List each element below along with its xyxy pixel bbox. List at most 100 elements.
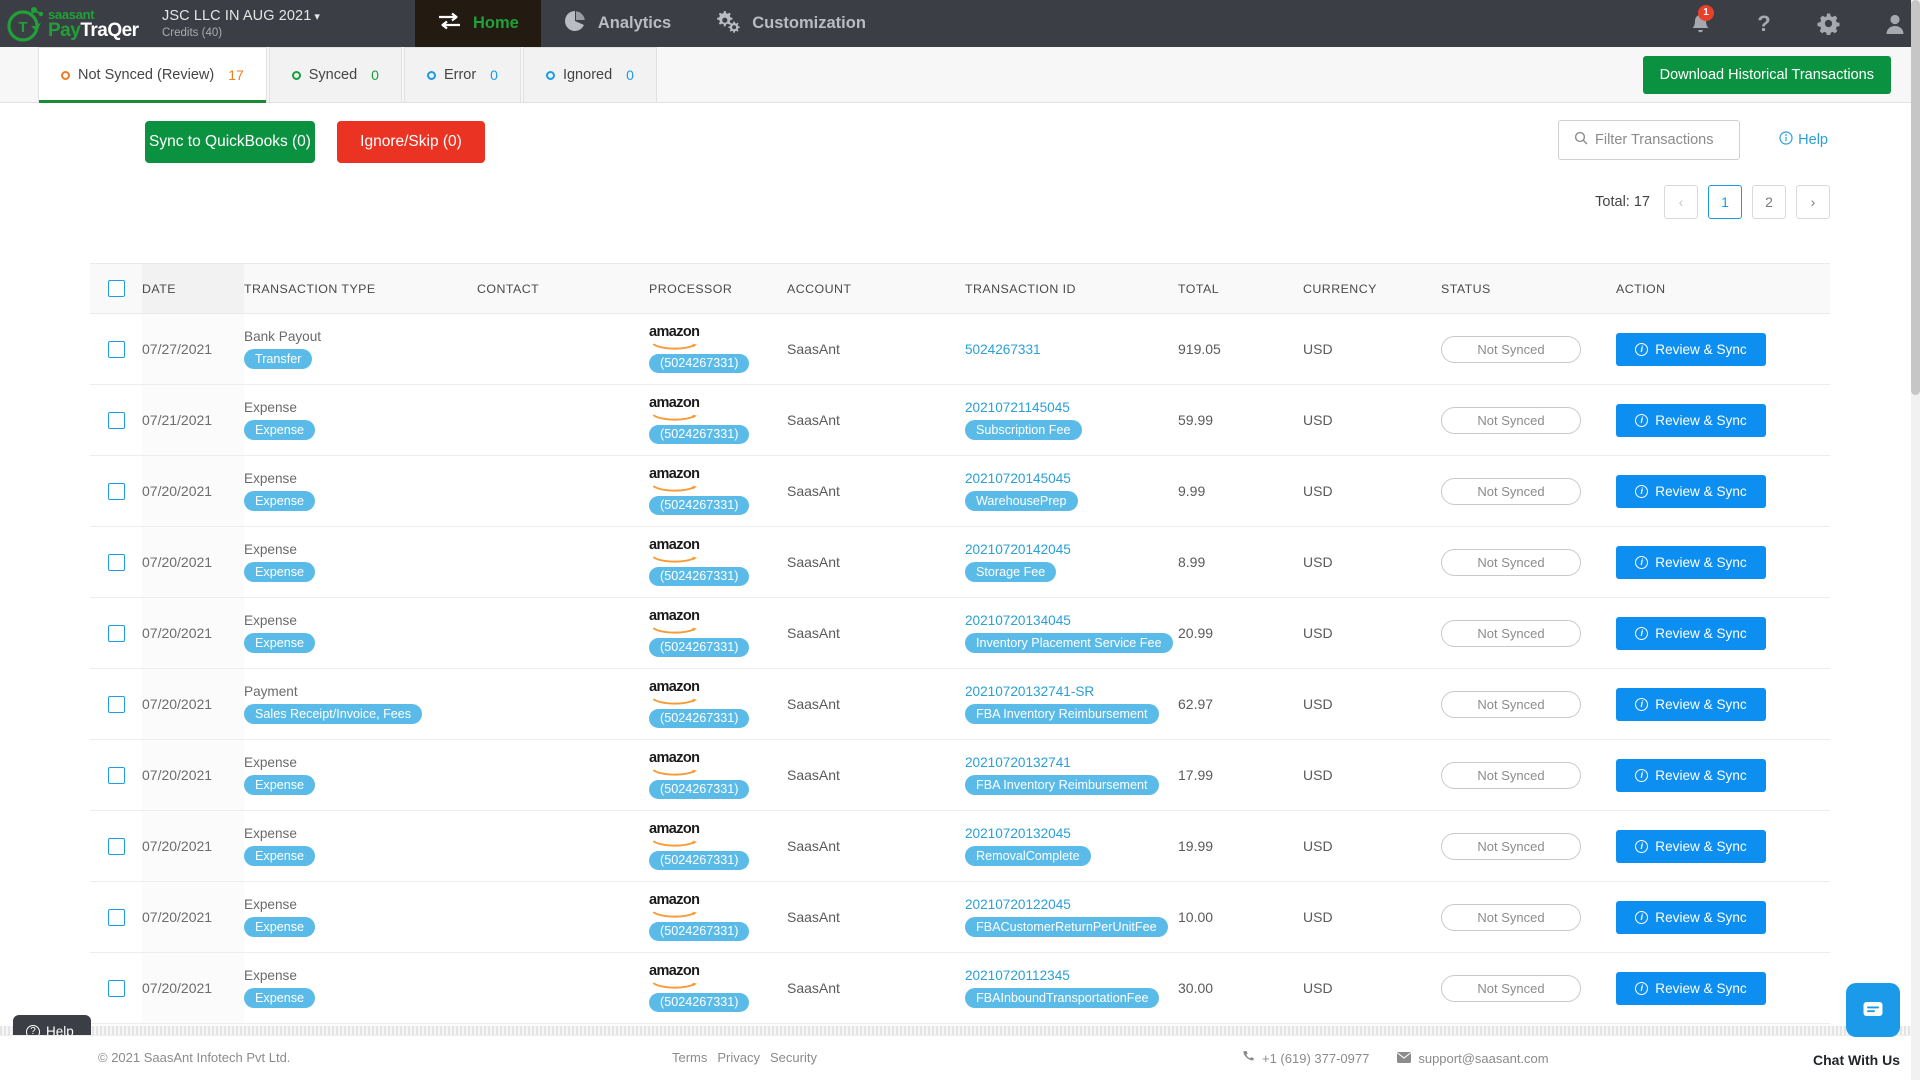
transaction-type-tag: Expense (244, 562, 316, 582)
total-count-label: Total: 17 (1595, 194, 1650, 210)
bell-icon[interactable]: 1 (1690, 4, 1714, 35)
nav-item-customization[interactable]: Customization (693, 0, 888, 47)
tab-not-synced-count: 17 (228, 67, 244, 83)
review-and-sync-button[interactable]: i Review & Sync (1616, 545, 1766, 579)
cell-processor: amazon (5024267331) (649, 739, 787, 811)
pagination-page-2[interactable]: 2 (1752, 185, 1786, 219)
select-all-checkbox[interactable] (107, 280, 125, 297)
row-checkbox[interactable] (107, 837, 125, 855)
row-checkbox[interactable] (107, 553, 125, 571)
row-checkbox[interactable] (107, 482, 125, 500)
cell-date: 07/20/2021 (142, 952, 244, 1024)
brand-pay-label: Pay (48, 19, 81, 41)
transaction-id-link[interactable]: 20210720134045 (965, 613, 1178, 628)
email-label[interactable]: support@saasant.com (1418, 1051, 1548, 1066)
cell-status: Not Synced (1441, 952, 1616, 1024)
transaction-id-tag: Storage Fee (965, 562, 1057, 582)
user-icon[interactable] (1884, 13, 1906, 35)
nav-item-analytics[interactable]: Analytics (541, 0, 693, 47)
nav-item-home[interactable]: Home (415, 0, 541, 47)
footer-link-privacy[interactable]: Privacy (717, 1050, 760, 1065)
pagination-page-1[interactable]: 1 (1708, 185, 1742, 219)
transaction-id-link[interactable]: 5024267331 (965, 342, 1178, 357)
transaction-type-label: Expense (244, 755, 297, 770)
cell-transaction-id: 20210720145045 WarehousePrep (965, 455, 1178, 527)
row-checkbox[interactable] (107, 766, 125, 784)
cell-currency: USD (1303, 455, 1441, 527)
tab-synced[interactable]: Synced 0 (268, 47, 402, 102)
row-checkbox[interactable] (107, 695, 125, 713)
review-and-sync-button[interactable]: i Review & Sync (1616, 332, 1766, 366)
review-and-sync-button[interactable]: i Review & Sync (1616, 900, 1766, 934)
cell-currency: USD (1303, 384, 1441, 456)
brand-logo-area[interactable]: T saasant PayTraQer (0, 0, 150, 47)
gear-icon[interactable] (1817, 12, 1840, 35)
ignore-skip-button[interactable]: Ignore/Skip (0) (337, 121, 485, 163)
review-and-sync-button[interactable]: i Review & Sync (1616, 758, 1766, 792)
transaction-id-link[interactable]: 20210720132741 (965, 755, 1178, 770)
row-checkbox[interactable] (107, 411, 125, 429)
status-badge: Not Synced (1441, 335, 1581, 363)
chat-widget-button[interactable] (1846, 983, 1900, 1037)
transaction-type-tag: Expense (244, 633, 316, 653)
tab-not-synced[interactable]: Not Synced (Review) 17 (38, 47, 267, 103)
cell-transaction-id: 20210720132741-SR FBA Inventory Reimburse… (965, 668, 1178, 740)
review-and-sync-button[interactable]: i Review & Sync (1616, 687, 1766, 721)
transaction-type-tag: Expense (244, 775, 316, 795)
phone-icon (1242, 1050, 1255, 1066)
transaction-id-link[interactable]: 20210720145045 (965, 471, 1178, 486)
amazon-swoosh-icon (653, 693, 787, 707)
row-checkbox[interactable] (107, 340, 125, 358)
transaction-id-link[interactable]: 20210720142045 (965, 542, 1178, 557)
cell-action: i Review & Sync (1616, 952, 1830, 1024)
cell-status: Not Synced (1441, 739, 1616, 811)
cell-account: SaasAnt (787, 455, 965, 527)
row-checkbox[interactable] (107, 979, 125, 997)
column-transaction-type: TRANSACTION TYPE (244, 263, 477, 314)
scrollbar-thumb[interactable] (1911, 0, 1920, 395)
cell-contact (477, 881, 649, 953)
transaction-id-link[interactable]: 20210720132741-SR (965, 684, 1178, 699)
review-and-sync-button[interactable]: i Review & Sync (1616, 829, 1766, 863)
footer-link-security[interactable]: Security (770, 1050, 817, 1065)
paytraqer-logo-icon: T (6, 4, 46, 44)
status-badge: Not Synced (1441, 619, 1581, 647)
page-scrollbar[interactable] (1911, 0, 1920, 1080)
transaction-id-link[interactable]: 20210720132045 (965, 826, 1178, 841)
cell-total: 919.05 (1178, 313, 1303, 385)
svg-text:?: ? (1757, 12, 1770, 36)
tab-error[interactable]: Error 0 (403, 47, 521, 102)
transaction-type-label: Expense (244, 400, 297, 415)
pagination-prev-button[interactable]: ‹ (1664, 185, 1698, 219)
pagination-next-button[interactable]: › (1796, 185, 1830, 219)
footer-links: Terms Privacy Security (672, 1050, 817, 1065)
page-footer: © 2021 SaasAnt Infotech Pvt Ltd. Terms P… (0, 1035, 1920, 1080)
column-contact: CONTACT (477, 263, 649, 314)
row-checkbox[interactable] (107, 908, 125, 926)
help-link[interactable]: Help (1779, 131, 1828, 149)
transaction-id-link[interactable]: 20210721145045 (965, 400, 1178, 415)
question-mark-icon[interactable]: ? (1755, 12, 1773, 36)
review-and-sync-button[interactable]: i Review & Sync (1616, 403, 1766, 437)
review-and-sync-label: Review & Sync (1655, 838, 1747, 854)
transaction-id-link[interactable]: 20210720122045 (965, 897, 1178, 912)
filter-transactions-input[interactable]: Filter Transactions (1558, 120, 1740, 160)
cell-processor: amazon (5024267331) (649, 455, 787, 527)
review-and-sync-button[interactable]: i Review & Sync (1616, 474, 1766, 508)
tab-ignored[interactable]: Ignored 0 (522, 47, 657, 102)
cell-account: SaasAnt (787, 597, 965, 669)
review-and-sync-button[interactable]: i Review & Sync (1616, 616, 1766, 650)
cell-transaction-id: 5024267331 (965, 313, 1178, 385)
phone-label[interactable]: +1 (619) 377-0977 (1262, 1051, 1369, 1066)
cell-account: SaasAnt (787, 739, 965, 811)
download-historical-transactions-button[interactable]: Download Historical Transactions (1642, 55, 1891, 94)
sync-to-quickbooks-button[interactable]: Sync to QuickBooks (0) (145, 121, 315, 163)
company-selector[interactable]: JSC LLC IN AUG 2021 ▾ Credits (40) (150, 0, 320, 47)
footer-contact: +1 (619) 377-0977 support@saasant.com (1242, 1050, 1549, 1066)
row-checkbox[interactable] (107, 624, 125, 642)
footer-link-terms[interactable]: Terms (672, 1050, 707, 1065)
column-status: STATUS (1441, 263, 1616, 314)
cell-contact (477, 313, 649, 385)
review-and-sync-button[interactable]: i Review & Sync (1616, 971, 1766, 1005)
transaction-id-link[interactable]: 20210720112345 (965, 968, 1178, 983)
